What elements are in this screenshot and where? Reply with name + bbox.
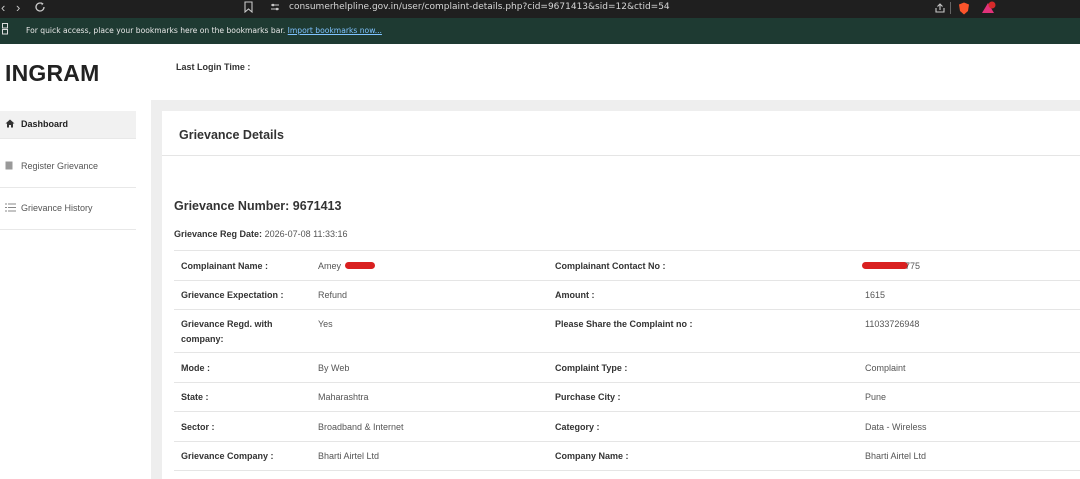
- rewards-icon[interactable]: [981, 1, 996, 19]
- sidebar-item-label: Register Grievance: [21, 161, 99, 171]
- amount-label: Amount :: [555, 290, 595, 300]
- sector-label: Sector :: [181, 422, 215, 432]
- app-header: [0, 44, 1080, 100]
- back-icon[interactable]: ‹: [1, 0, 5, 18]
- complainant-name-value: Amey: [318, 261, 342, 271]
- divider: [162, 155, 1080, 156]
- reload-icon[interactable]: [34, 1, 46, 19]
- sidebar-item-register-grievance[interactable]: Register Grievance: [0, 152, 136, 188]
- grievance-number: Grievance Number: 9671413: [174, 199, 342, 213]
- row-divider: [174, 280, 1080, 281]
- complainant-contact-label: Complainant Contact No :: [555, 261, 666, 271]
- page-title: Grievance Details: [179, 128, 284, 142]
- sidebar-item-grievance-history[interactable]: Grievance History: [0, 194, 136, 230]
- sidebar-item-label: Dashboard: [21, 119, 69, 129]
- toolbar-divider: [950, 2, 951, 14]
- import-bookmarks-link[interactable]: Import bookmarks now...: [288, 26, 382, 35]
- bookmarks-hint-text: For quick access, place your bookmarks h…: [26, 26, 286, 35]
- document-icon: [5, 161, 13, 172]
- mode-value: By Web: [318, 363, 350, 373]
- company-name-value: Bharti Airtel Ltd: [865, 451, 927, 461]
- row-divider: [174, 309, 1080, 310]
- sidebar-item-dashboard[interactable]: Dashboard: [0, 111, 136, 139]
- state-label: State :: [181, 392, 209, 402]
- grievance-expectation-label: Grievance Expectation :: [181, 290, 284, 300]
- sidebar: Dashboard Register Grievance Grievance H…: [0, 100, 151, 479]
- amount-value: 1615: [865, 290, 886, 300]
- home-icon: [5, 119, 15, 130]
- brand-logo[interactable]: INGRAM: [5, 60, 99, 87]
- purchase-city-label: Purchase City :: [555, 392, 621, 402]
- row-divider: [174, 411, 1080, 412]
- row-divider: [174, 250, 1080, 251]
- row-divider: [174, 470, 1080, 471]
- complaint-type-label: Complaint Type :: [555, 363, 628, 373]
- list-icon: [5, 203, 16, 214]
- redaction-mark: [862, 262, 908, 269]
- complainant-contact-value: 775: [905, 261, 921, 271]
- row-divider: [174, 441, 1080, 442]
- grievance-company-value: Bharti Airtel Ltd: [318, 451, 380, 461]
- browser-toolbar: ‹ › consumerhelpline.gov.in/user/complai…: [0, 0, 1080, 18]
- purchase-city-value: Pune: [865, 392, 887, 402]
- row-divider: [174, 382, 1080, 383]
- last-login-label: Last Login Time :: [176, 62, 251, 72]
- state-value: Maharashtra: [318, 392, 369, 402]
- category-label: Category :: [555, 422, 600, 432]
- site-info-icon[interactable]: [270, 1, 280, 19]
- regd-with-company-value: Yes: [318, 319, 333, 329]
- grievance-expectation-value: Refund: [318, 290, 348, 300]
- apps-icon[interactable]: [2, 23, 8, 41]
- reg-date-value: 2026-07-08 11:33:16: [264, 229, 348, 239]
- sector-value: Broadband & Internet: [318, 422, 404, 432]
- grievance-panel: [162, 111, 1080, 479]
- address-bar[interactable]: consumerhelpline.gov.in/user/complaint-d…: [289, 2, 670, 12]
- regd-with-company-label: Grievance Regd. with: [181, 319, 273, 329]
- grievance-company-label: Grievance Company :: [181, 451, 274, 461]
- complaint-no-label: Please Share the Complaint no :: [555, 319, 693, 329]
- reg-date-label: Grievance Reg Date:: [174, 229, 263, 239]
- sidebar-item-label: Grievance History: [21, 203, 93, 213]
- mode-label: Mode :: [181, 363, 210, 373]
- grievance-reg-date: Grievance Reg Date: 2026-07-08 11:33:16: [174, 229, 347, 239]
- complaint-no-value: 11033726948: [865, 319, 920, 329]
- regd-with-company-label-line2: company:: [181, 334, 224, 344]
- bookmarks-bar: For quick access, place your bookmarks h…: [0, 18, 1080, 44]
- redaction-mark: [345, 262, 375, 269]
- complainant-name-label: Complainant Name :: [181, 261, 269, 271]
- category-value: Data - Wireless: [865, 422, 927, 432]
- complaint-type-value: Complaint: [865, 363, 906, 373]
- forward-icon[interactable]: ›: [16, 0, 20, 18]
- bookmark-icon[interactable]: [244, 1, 253, 19]
- bookmarks-hint: For quick access, place your bookmarks h…: [26, 26, 382, 35]
- company-name-label: Company Name :: [555, 451, 629, 461]
- row-divider: [174, 352, 1080, 353]
